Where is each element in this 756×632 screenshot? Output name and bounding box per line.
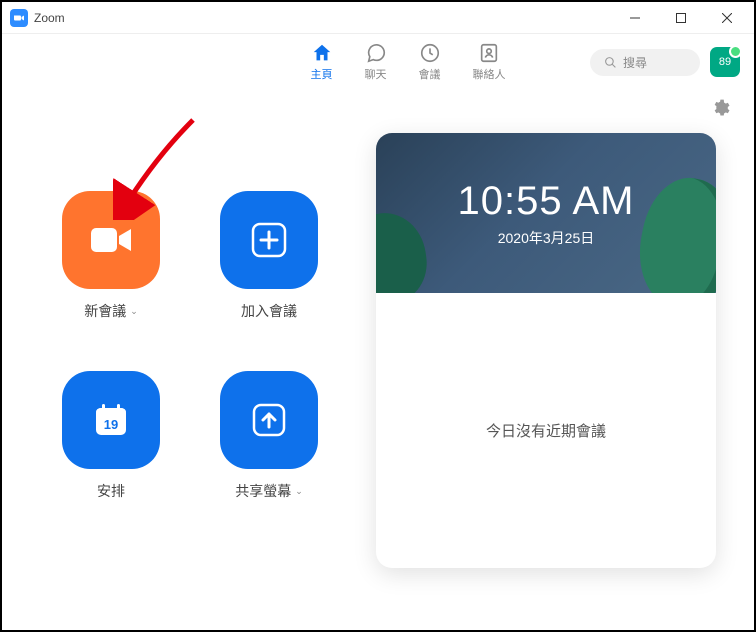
actions-panel: 新會議 ⌄ 加入會議 19: [36, 133, 356, 568]
action-join: 加入會議: [194, 191, 344, 321]
schedule-panel: 10:55 AM 2020年3月25日 今日沒有近期會議: [376, 133, 726, 568]
card-body: 今日沒有近期會議: [376, 293, 716, 568]
window-controls: [612, 3, 750, 33]
plus-icon: [251, 222, 287, 258]
toolbar-row: [2, 90, 754, 123]
tab-meetings[interactable]: 會議: [419, 42, 441, 82]
navbar: 主頁 聊天 會議 聯絡人 搜尋 89: [2, 34, 754, 90]
share-screen-button[interactable]: [220, 371, 318, 469]
schedule-label: 安排: [97, 481, 125, 501]
app-title: Zoom: [34, 11, 65, 25]
calendar-icon: 19: [92, 401, 130, 439]
search-icon: [604, 56, 617, 69]
schedule-card: 10:55 AM 2020年3月25日 今日沒有近期會議: [376, 133, 716, 568]
tab-home[interactable]: 主頁: [311, 42, 333, 82]
contacts-icon: [478, 42, 500, 64]
tab-label: 聯絡人: [473, 66, 506, 82]
tab-chat[interactable]: 聊天: [365, 42, 387, 82]
svg-text:19: 19: [104, 417, 118, 432]
schedule-button[interactable]: 19: [62, 371, 160, 469]
tab-label: 聊天: [365, 66, 387, 82]
card-header: 10:55 AM 2020年3月25日: [376, 133, 716, 293]
action-share-screen: 共享螢幕 ⌄: [194, 371, 344, 501]
window-titlebar: Zoom: [2, 2, 754, 34]
share-up-icon: [251, 402, 287, 438]
search-placeholder: 搜尋: [623, 54, 647, 71]
action-grid: 新會議 ⌄ 加入會議 19: [36, 133, 356, 501]
current-time: 10:55 AM: [457, 179, 634, 224]
chevron-down-icon: ⌄: [130, 306, 138, 317]
no-meetings-text: 今日沒有近期會議: [486, 420, 606, 441]
action-schedule: 19 安排: [36, 371, 186, 501]
new-meeting-label[interactable]: 新會議 ⌄: [84, 301, 138, 321]
search-input[interactable]: 搜尋: [590, 49, 700, 76]
join-button[interactable]: [220, 191, 318, 289]
share-screen-label[interactable]: 共享螢幕 ⌄: [235, 481, 303, 501]
video-icon: [89, 224, 133, 256]
nav-right: 搜尋 89: [590, 47, 740, 77]
join-label: 加入會議: [241, 301, 297, 321]
new-meeting-button[interactable]: [62, 191, 160, 289]
home-icon: [311, 42, 333, 64]
tab-label: 主頁: [311, 66, 333, 82]
settings-button[interactable]: [710, 98, 730, 123]
action-new-meeting: 新會議 ⌄: [36, 191, 186, 321]
main-content: 新會議 ⌄ 加入會議 19: [2, 123, 754, 588]
chevron-down-icon: ⌄: [295, 486, 303, 497]
titlebar-left: Zoom: [10, 9, 65, 27]
tab-label: 會議: [419, 66, 441, 82]
chat-icon: [365, 42, 387, 64]
maximize-button[interactable]: [658, 3, 704, 33]
clock-icon: [419, 42, 441, 64]
avatar[interactable]: 89: [710, 47, 740, 77]
minimize-button[interactable]: [612, 3, 658, 33]
zoom-logo-icon: [10, 9, 28, 27]
gear-icon: [710, 98, 730, 118]
nav-tabs: 主頁 聊天 會議 聯絡人: [311, 42, 506, 82]
current-date: 2020年3月25日: [498, 228, 595, 248]
tab-contacts[interactable]: 聯絡人: [473, 42, 506, 82]
close-button[interactable]: [704, 3, 750, 33]
